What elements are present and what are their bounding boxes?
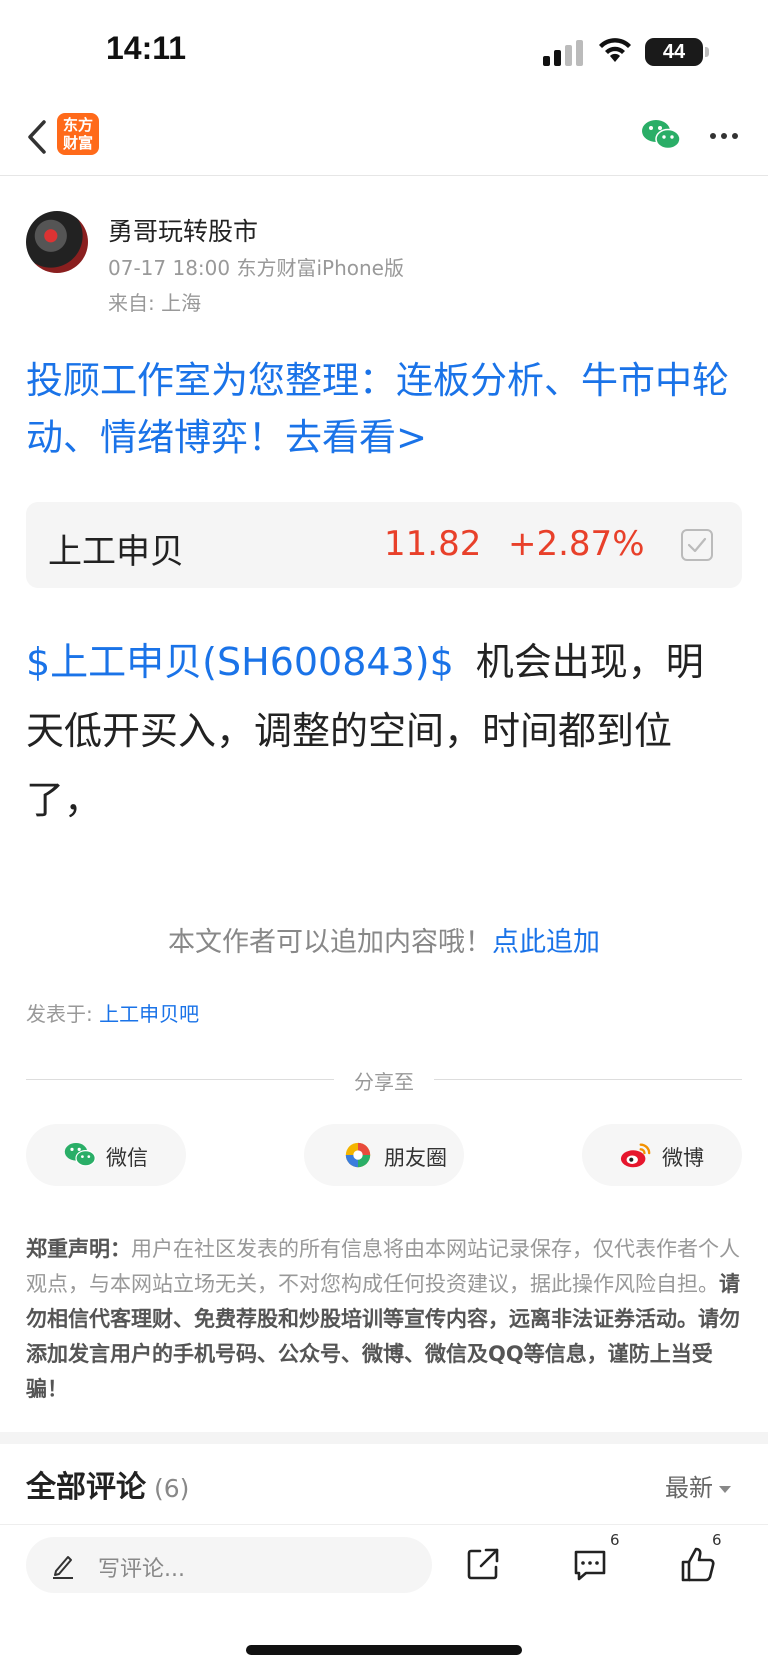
- share-wechat-button[interactable]: 微信: [26, 1124, 186, 1186]
- weibo-icon: [620, 1143, 651, 1168]
- thumbs-up-icon[interactable]: [680, 1545, 716, 1583]
- add-watchlist-checkbox-icon[interactable]: [680, 528, 714, 562]
- caret-down-icon: [719, 1485, 731, 1493]
- sort-label: 最新: [665, 1474, 713, 1502]
- back-arrow-icon[interactable]: [24, 116, 50, 158]
- stock-tag-link[interactable]: $上工申贝(SH600843)$: [26, 640, 454, 684]
- stock-name: 上工申贝: [48, 532, 184, 572]
- wifi-icon: [599, 38, 631, 62]
- comment-count-badge: 6: [610, 1531, 620, 1549]
- stock-bar-link[interactable]: 上工申贝吧: [99, 1002, 199, 1026]
- append-content-link[interactable]: 点此追加: [492, 927, 600, 958]
- disclaimer-text: 用户在社区发表的所有信息将由本网站记录保存，仅代表作者个人观点，与本网站立场无关…: [26, 1237, 740, 1296]
- home-indicator: [246, 1645, 522, 1655]
- bottom-action-bar: 写评论... 6 6: [0, 1524, 768, 1665]
- comment-input[interactable]: 写评论...: [26, 1537, 432, 1593]
- pen-icon: [53, 1556, 73, 1579]
- append-content-row: 本文作者可以追加内容哦！点此追加: [0, 920, 768, 959]
- like-count-badge: 6: [712, 1531, 722, 1549]
- stock-change: +2.87%: [508, 524, 645, 564]
- comments-title: 全部评论: [26, 1470, 146, 1505]
- published-label: 发表于:: [26, 1002, 100, 1026]
- post-meta: 07-17 18:00 东方财富iPhone版: [108, 256, 404, 280]
- battery-icon: 44: [645, 38, 709, 66]
- post-body: $上工申贝(SH600843)$ 机会出现，明天低开买入，调整的空间，时间都到位了…: [26, 628, 738, 835]
- share-out-icon[interactable]: [466, 1547, 500, 1581]
- sort-dropdown[interactable]: 最新: [665, 1468, 731, 1503]
- stock-price: 11.82: [384, 524, 482, 564]
- eastmoney-logo[interactable]: 东方 财富: [57, 113, 99, 155]
- share-weibo-button[interactable]: 微博: [582, 1124, 742, 1186]
- status-bar: 14:11 44: [0, 0, 768, 100]
- comment-placeholder: 写评论...: [98, 1557, 185, 1582]
- wechat-icon: [64, 1143, 96, 1167]
- moments-icon: [345, 1142, 371, 1168]
- disclaimer: 郑重声明：用户在社区发表的所有信息将由本网站记录保存，仅代表作者个人观点，与本网…: [26, 1232, 742, 1407]
- share-label: 分享至: [354, 1070, 414, 1094]
- wechat-share-icon[interactable]: [641, 118, 681, 152]
- share-divider: 分享至: [26, 1066, 742, 1096]
- nav-bar: 东方 财富: [0, 100, 768, 176]
- more-options-icon[interactable]: [708, 124, 740, 148]
- post-location: 来自: 上海: [108, 291, 202, 315]
- author-avatar[interactable]: [26, 211, 88, 273]
- disclaimer-title: 郑重声明：: [26, 1237, 131, 1261]
- promo-headline-link[interactable]: 投顾工作室为您整理：连板分析、牛市中轮动、情绪博弈！去看看>: [26, 352, 746, 466]
- share-moments-button[interactable]: 朋友圈: [304, 1124, 464, 1186]
- comment-bubble-icon[interactable]: [572, 1547, 608, 1583]
- stock-quote-card[interactable]: 上工申贝 11.82 +2.87%: [26, 502, 742, 588]
- author-name[interactable]: 勇哥玩转股市: [108, 212, 258, 248]
- append-prompt: 本文作者可以追加内容哦！: [168, 927, 492, 958]
- section-divider: [0, 1432, 768, 1444]
- status-time: 14:11: [106, 30, 187, 66]
- cellular-signal-icon: [543, 40, 583, 66]
- published-in: 发表于: 上工申贝吧: [26, 998, 199, 1027]
- comments-header: 全部评论 (6): [26, 1462, 189, 1506]
- comments-count: (6): [154, 1474, 190, 1503]
